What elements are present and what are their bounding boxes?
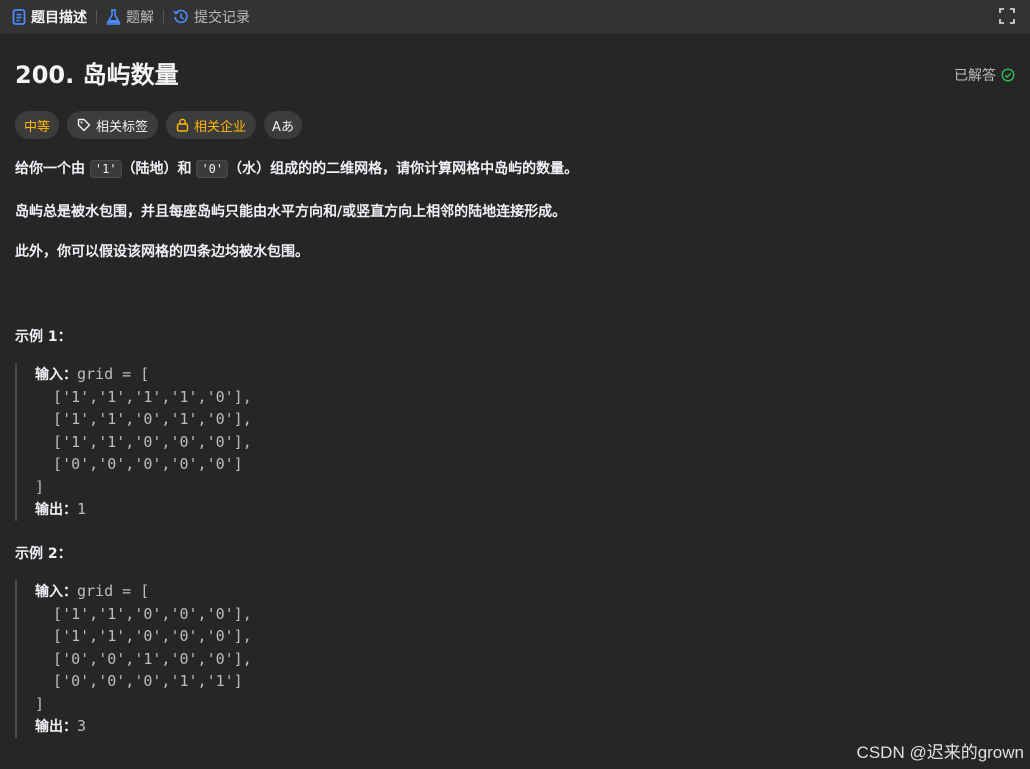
- grid-row: ['0','0','0','1','1']: [35, 672, 243, 690]
- fullscreen-icon[interactable]: [998, 7, 1016, 25]
- input-label: 输入：: [35, 583, 77, 599]
- grid-row: ['1','1','0','0','0'],: [35, 627, 252, 645]
- example-1-block: 输入：grid = [ ['1','1','1','1','0'], ['1',…: [15, 363, 252, 521]
- related-tags-label: 相关标签: [96, 119, 149, 135]
- output-value: 3: [77, 717, 87, 735]
- flask-icon: [106, 9, 121, 25]
- output-label: 输出：: [35, 501, 77, 517]
- tab-submissions-label: 提交记录: [194, 10, 250, 26]
- description-paragraph-3: 此外，你可以假设该网格的四条边均被水包围。: [15, 244, 309, 260]
- translate-icon: Aあ: [272, 119, 294, 135]
- input-value: grid = [: [77, 582, 150, 600]
- grid-row: ['0','0','0','0','0']: [35, 455, 243, 473]
- tag-row: 中等 相关标签 相关企业 Aあ: [15, 111, 302, 139]
- input-value: grid = [: [77, 365, 150, 383]
- solved-label: 已解答: [954, 68, 996, 84]
- example-1-title: 示例 1：: [15, 329, 72, 345]
- tab-divider: [163, 10, 164, 24]
- grid-row: ['1','1','0','0','0'],: [35, 432, 252, 451]
- example-output-line: 输出：3: [35, 715, 252, 738]
- tab-divider: [96, 10, 97, 24]
- output-value: 1: [77, 500, 87, 518]
- tab-submissions[interactable]: 提交记录: [173, 0, 250, 34]
- difficulty-badge: 中等: [15, 111, 60, 139]
- description-text: （陆地）和: [121, 161, 197, 177]
- check-circle-icon: [1001, 68, 1015, 82]
- grid-row: ['0','0','1','0','0'],: [35, 649, 252, 668]
- description-text: （水）组成的的二维网格，请你计算网格中岛屿的数量。: [228, 161, 579, 177]
- example-output-line: 输出：1: [35, 498, 252, 521]
- inline-code: '0': [196, 160, 229, 178]
- problem-title: 200. 岛屿数量: [15, 61, 179, 89]
- tab-bar: 题目描述 题解 提交记录: [0, 0, 1030, 34]
- description-paragraph-2: 岛屿总是被水包围，并且每座岛屿只能由水平方向和/或竖直方向上相邻的陆地连接形成。: [15, 204, 567, 220]
- tab-description-label: 题目描述: [31, 10, 87, 26]
- description-text: 给你一个由: [15, 161, 90, 177]
- grid-close: ]: [35, 694, 45, 713]
- tag-icon: [77, 118, 91, 132]
- input-label: 输入：: [35, 366, 77, 382]
- example-input-line: 输入：grid = [: [35, 580, 252, 603]
- related-companies-label: 相关企业: [194, 119, 247, 135]
- related-tags-button[interactable]: 相关标签: [67, 111, 159, 139]
- solved-status: 已解答: [954, 65, 1015, 85]
- translate-button[interactable]: Aあ: [264, 111, 302, 139]
- grid-row: ['1','1','0','0','0'],: [35, 604, 252, 623]
- example-2-title: 示例 2：: [15, 546, 72, 562]
- watermark: CSDN @迟来的grown: [856, 743, 1024, 762]
- history-icon: [173, 9, 188, 24]
- related-companies-button[interactable]: 相关企业: [166, 111, 257, 139]
- output-label: 输出：: [35, 718, 77, 734]
- grid-close: ]: [35, 477, 45, 496]
- example-2-block: 输入：grid = [ ['1','1','0','0','0'], ['1',…: [15, 580, 252, 738]
- example-input-line: 输入：grid = [: [35, 363, 252, 386]
- grid-row: ['1','1','1','1','0'],: [35, 387, 252, 406]
- document-icon: [12, 9, 26, 25]
- inline-code: '1': [89, 160, 122, 178]
- tab-solution[interactable]: 题解: [106, 0, 154, 34]
- lock-icon: [176, 118, 189, 132]
- tab-description[interactable]: 题目描述: [12, 0, 87, 34]
- tab-solution-label: 题解: [126, 10, 154, 26]
- description-paragraph-1: 给你一个由 '1' （陆地）和 '0' （水）组成的的二维网格，请你计算网格中岛屿的…: [15, 158, 578, 178]
- grid-row: ['1','1','0','1','0'],: [35, 410, 252, 428]
